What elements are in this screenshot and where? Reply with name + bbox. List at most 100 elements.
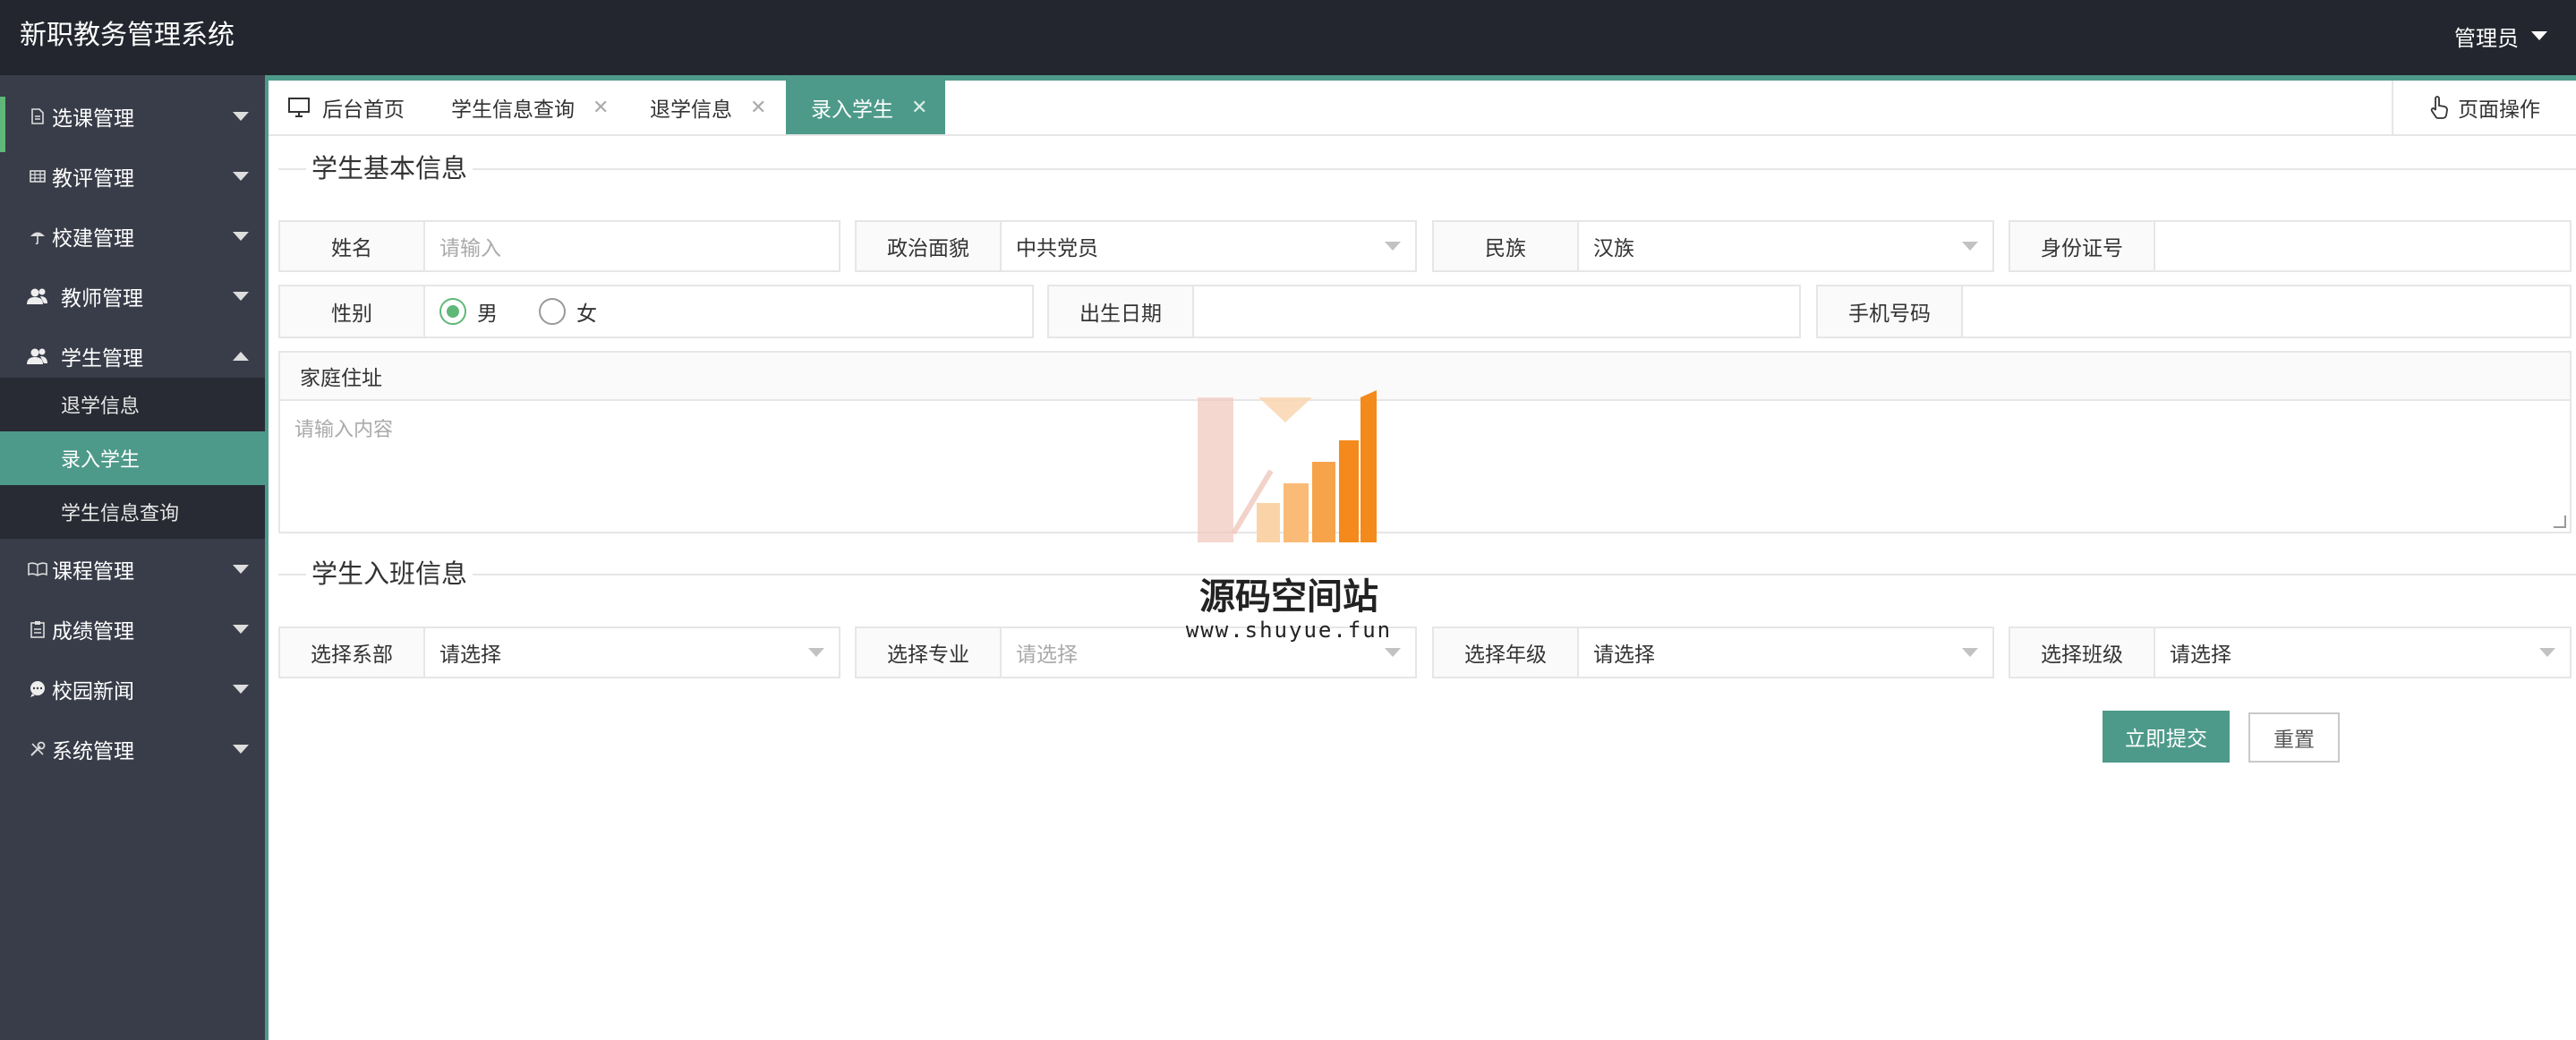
sidebar-subitem-label: 退学信息 bbox=[61, 396, 141, 418]
chevron-down-icon bbox=[233, 111, 249, 121]
class-select[interactable]: 请选择 bbox=[2155, 628, 2570, 677]
class-field: 选择班级 请选择 bbox=[2009, 627, 2572, 678]
app-title: 新职教务管理系统 bbox=[20, 20, 235, 51]
section-title-basic: 学生基本信息 bbox=[306, 150, 473, 186]
address-textarea[interactable]: 请输入内容 bbox=[280, 401, 2570, 532]
chevron-down-icon bbox=[2539, 648, 2555, 657]
political-status-select[interactable]: 中共党员 bbox=[1002, 222, 1415, 270]
tab-label: 后台首页 bbox=[322, 98, 405, 122]
chevron-down-icon bbox=[2531, 31, 2547, 40]
sidebar-item-grades[interactable]: 成绩管理 bbox=[0, 599, 265, 659]
tab-dropout-info[interactable]: 退学信息 ✕ bbox=[650, 81, 775, 134]
sidebar-item-label: 学生管理 bbox=[61, 346, 143, 371]
sidebar-item-system[interactable]: 系统管理 bbox=[0, 719, 265, 779]
id-number-field: 身份证号 bbox=[2009, 220, 2572, 272]
page-operations-label: 页面操作 bbox=[2458, 98, 2540, 122]
gender-female-label: 女 bbox=[576, 303, 597, 326]
gender-male-radio[interactable]: 男 bbox=[439, 296, 498, 327]
chevron-down-icon bbox=[233, 231, 249, 241]
political-status-label: 政治面貌 bbox=[857, 222, 1002, 270]
address-label: 家庭住址 bbox=[280, 353, 2570, 401]
clipboard-icon bbox=[27, 618, 48, 640]
grade-label: 选择年级 bbox=[1434, 628, 1579, 677]
section-divider bbox=[278, 574, 2576, 575]
grid-icon bbox=[27, 166, 48, 187]
user-menu[interactable]: 管理员 bbox=[2454, 20, 2547, 52]
sidebar-item-label: 教评管理 bbox=[52, 166, 134, 191]
section-divider bbox=[278, 168, 2576, 170]
address-field: 家庭住址 请输入内容 bbox=[278, 351, 2572, 533]
id-number-input[interactable] bbox=[2155, 222, 2570, 270]
tab-label: 录入学生 bbox=[811, 98, 893, 122]
name-input[interactable]: 请输入 bbox=[425, 222, 839, 270]
sidebar-item-course-selection[interactable]: 选课管理 bbox=[0, 86, 265, 146]
reset-button[interactable]: 重置 bbox=[2248, 712, 2340, 763]
sidebar-item-curriculum[interactable]: 课程管理 bbox=[0, 539, 265, 599]
ethnicity-label: 民族 bbox=[1434, 222, 1579, 270]
birth-date-field: 出生日期 bbox=[1047, 285, 1801, 338]
gender-field: 性别 男 女 bbox=[278, 285, 1034, 338]
gender-radio-group: 男 女 bbox=[425, 286, 1032, 337]
sidebar-item-label: 校建管理 bbox=[52, 226, 134, 251]
watermark-text: 源码空间站 bbox=[1199, 576, 1378, 618]
chevron-up-icon bbox=[233, 351, 249, 361]
chevron-down-icon bbox=[233, 744, 249, 754]
name-field: 姓名 请输入 bbox=[278, 220, 840, 272]
tab-student-query[interactable]: 学生信息查询 ✕ bbox=[451, 81, 630, 134]
chevron-down-icon bbox=[233, 291, 249, 301]
tab-enroll-student[interactable]: 录入学生 ✕ bbox=[786, 81, 945, 134]
tab-label: 退学信息 bbox=[650, 98, 732, 122]
ethnicity-field: 民族 汉族 bbox=[1432, 220, 1994, 272]
class-label: 选择班级 bbox=[2010, 628, 2155, 677]
top-header: 新职教务管理系统 管理员 bbox=[0, 0, 2576, 75]
birth-date-input[interactable] bbox=[1194, 286, 1799, 337]
sidebar-item-teacher[interactable]: 教师管理 bbox=[0, 266, 265, 326]
page-operations-button[interactable]: 页面操作 bbox=[2392, 81, 2576, 134]
close-icon[interactable]: ✕ bbox=[593, 97, 609, 119]
name-label: 姓名 bbox=[280, 222, 425, 270]
watermark-url: www.shuyue.fun bbox=[1185, 618, 1393, 643]
department-select[interactable]: 请选择 bbox=[425, 628, 839, 677]
sidebar-subitem-label: 录入学生 bbox=[61, 449, 141, 472]
users-icon bbox=[27, 286, 48, 307]
sidebar-item-label: 教师管理 bbox=[61, 286, 143, 311]
section-title-class: 学生入班信息 bbox=[306, 556, 473, 592]
sidebar: 选课管理 教评管理 校建管理 教师管理 学生管理 退学信息 录入学生 学生信息查… bbox=[0, 75, 269, 1040]
gender-male-label: 男 bbox=[477, 303, 498, 326]
tab-home[interactable]: 后台首页 bbox=[288, 81, 431, 134]
grade-select[interactable]: 请选择 bbox=[1579, 628, 1992, 677]
sidebar-subitem-student-query[interactable]: 学生信息查询 bbox=[0, 485, 265, 539]
gender-female-radio[interactable]: 女 bbox=[539, 296, 597, 327]
sidebar-subitem-label: 学生信息查询 bbox=[61, 503, 180, 525]
political-status-field: 政治面貌 中共党员 bbox=[855, 220, 1417, 272]
sidebar-item-campus-news[interactable]: 校园新闻 bbox=[0, 659, 265, 719]
resize-handle-icon[interactable] bbox=[2554, 516, 2566, 528]
users-icon bbox=[27, 345, 48, 367]
department-field: 选择系部 请选择 bbox=[278, 627, 840, 678]
chevron-down-icon bbox=[1962, 242, 1978, 251]
book-icon bbox=[27, 558, 48, 580]
sidebar-subitem-dropout-info[interactable]: 退学信息 bbox=[0, 378, 265, 431]
phone-input[interactable] bbox=[1963, 286, 2570, 337]
submit-button[interactable]: 立即提交 bbox=[2103, 711, 2230, 763]
sidebar-item-label: 系统管理 bbox=[52, 739, 134, 763]
sidebar-subitem-enroll-student[interactable]: 录入学生 bbox=[0, 431, 265, 485]
sidebar-item-campus-build[interactable]: 校建管理 bbox=[0, 206, 265, 266]
sidebar-item-label: 校园新闻 bbox=[52, 679, 134, 703]
umbrella-icon bbox=[27, 226, 48, 247]
sidebar-item-teaching-eval[interactable]: 教评管理 bbox=[0, 146, 265, 206]
ethnicity-select[interactable]: 汉族 bbox=[1579, 222, 1992, 270]
grade-field: 选择年级 请选择 bbox=[1432, 627, 1994, 678]
hand-pointer-icon bbox=[2429, 96, 2449, 119]
id-number-label: 身份证号 bbox=[2010, 222, 2155, 270]
chevron-down-icon bbox=[233, 684, 249, 694]
user-name: 管理员 bbox=[2454, 25, 2519, 51]
chevron-down-icon bbox=[1962, 648, 1978, 657]
radio-checked-icon bbox=[439, 298, 466, 325]
close-icon[interactable]: ✕ bbox=[911, 97, 927, 119]
phone-field: 手机号码 bbox=[1816, 285, 2572, 338]
sidebar-item-student[interactable]: 学生管理 bbox=[0, 326, 265, 386]
close-icon[interactable]: ✕ bbox=[750, 97, 766, 119]
chevron-down-icon bbox=[808, 648, 824, 657]
chevron-down-icon bbox=[1385, 242, 1401, 251]
